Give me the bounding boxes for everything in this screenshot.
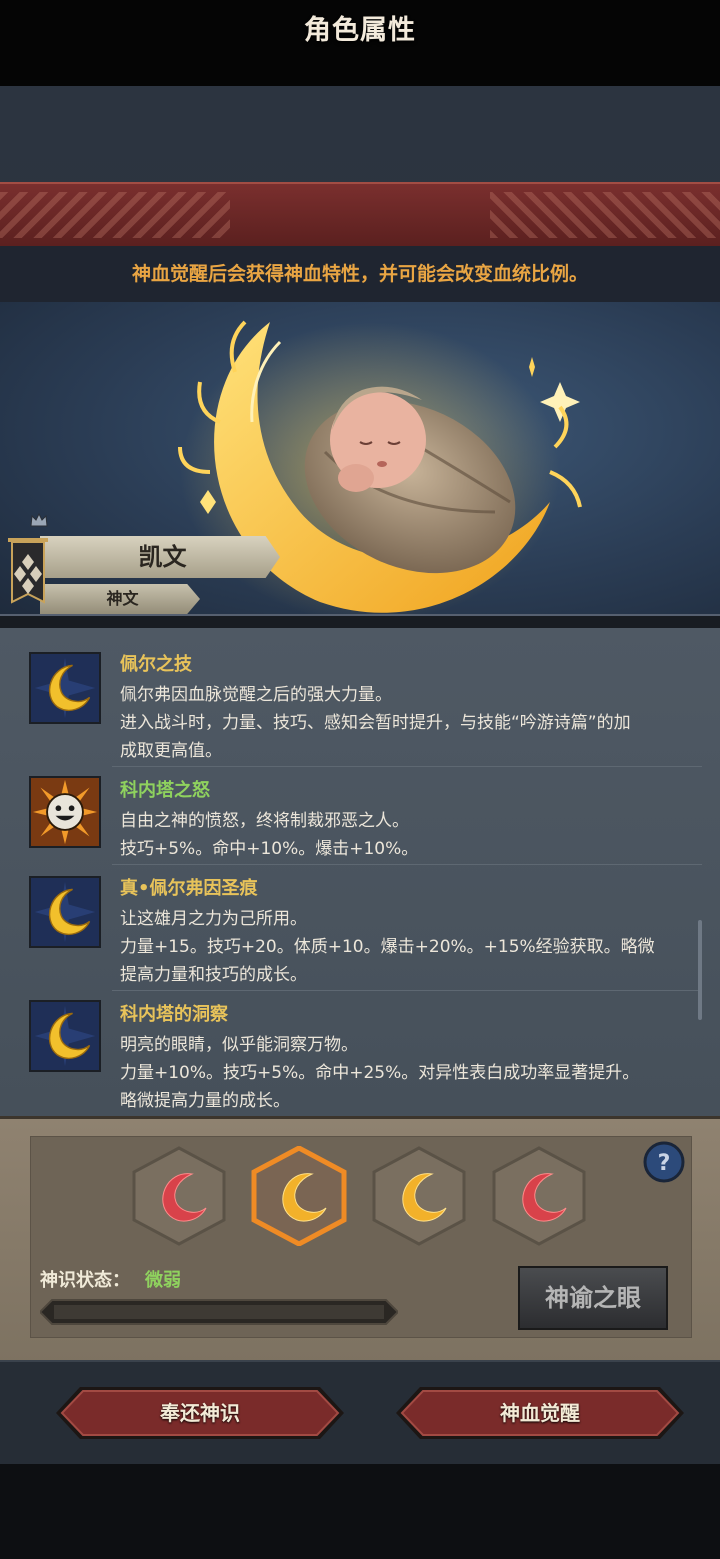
trait-name: 佩尔之技 (120, 654, 192, 675)
list-scrollbar[interactable] (698, 920, 702, 1020)
blood-awaken-label: 神血觉醒 (500, 1401, 580, 1425)
crescent-moon-icon (29, 1000, 101, 1072)
trait-effect: 进入战斗时，力量、技巧、感知会暂时提升，与技能“吟游诗篇”的加 (120, 713, 631, 733)
trait-divider (112, 990, 702, 991)
trait-divider (112, 864, 702, 865)
awareness-progress-bar (40, 1299, 398, 1325)
sun-face-icon (29, 776, 101, 848)
trait-effect: 力量+15。技巧+20。体质+10。爆击+20%。+15%经验获取。略微 (120, 937, 655, 957)
lineage-flag-icon (8, 538, 48, 604)
title-ornament-right (490, 192, 720, 238)
crescent-moon-icon (29, 652, 101, 724)
trait-divider (112, 766, 702, 767)
rune-slot-2[interactable] (250, 1146, 348, 1246)
trait-effect: 成取更高值。 (120, 741, 222, 761)
character-subname: 神文 (106, 589, 139, 608)
bottom-bar (0, 1462, 720, 1559)
page-subtitle: 神血觉醒后会获得神血特性，并可能会改变血统比例。 (131, 263, 588, 285)
trait-description: 让这雄月之力为己所用。 (120, 909, 307, 929)
trait-effect: 力量+10%。技巧+5%。命中+25%。对异性表白成功率显著提升。 (120, 1063, 640, 1083)
crescent-moon-icon (29, 876, 101, 948)
trait-description: 自由之神的愤怒，终将制裁邪恶之人。 (120, 811, 409, 831)
trait-effect: 技巧+5%。命中+10%。爆击+10%。 (120, 839, 419, 859)
trait-name: 真•佩尔弗因圣痕 (120, 878, 258, 899)
svg-text:?: ? (658, 1151, 671, 1176)
return-awareness-label: 奉还神识 (160, 1401, 240, 1425)
character-name: 凯文 (138, 543, 187, 571)
title-ornament-left (0, 192, 230, 238)
trait-description: 佩尔弗因血脉觉醒之后的强大力量。 (120, 685, 392, 705)
trait-name: 科内塔的洞察 (120, 1004, 228, 1025)
trait-name: 科内塔之怒 (120, 780, 210, 801)
rune-slot-4[interactable] (490, 1146, 588, 1246)
crown-icon (30, 512, 48, 527)
awareness-status-label: 神识状态： (40, 1270, 130, 1291)
trait-list[interactable]: 佩尔之技 佩尔弗因血脉觉醒之后的强大力量。 进入战斗时，力量、技巧、感知会暂时提… (0, 628, 720, 1116)
portrait-divider (0, 614, 720, 628)
help-icon[interactable]: ? (642, 1140, 686, 1184)
title-bar (0, 182, 720, 248)
rune-slot-3[interactable] (370, 1146, 468, 1246)
trait-description: 明亮的眼睛，似乎能洞察万物。 (120, 1035, 358, 1055)
awareness-status-value: 微弱 (145, 1270, 181, 1291)
oracle-eye-button-label: 神谕之眼 (545, 1284, 641, 1312)
trait-effect: 略微提高力量的成长。 (120, 1091, 290, 1111)
trait-effect: 提高力量和技巧的成长。 (120, 965, 307, 985)
rune-slot-1[interactable] (130, 1146, 228, 1246)
page-title: 角色属性 (304, 15, 416, 46)
